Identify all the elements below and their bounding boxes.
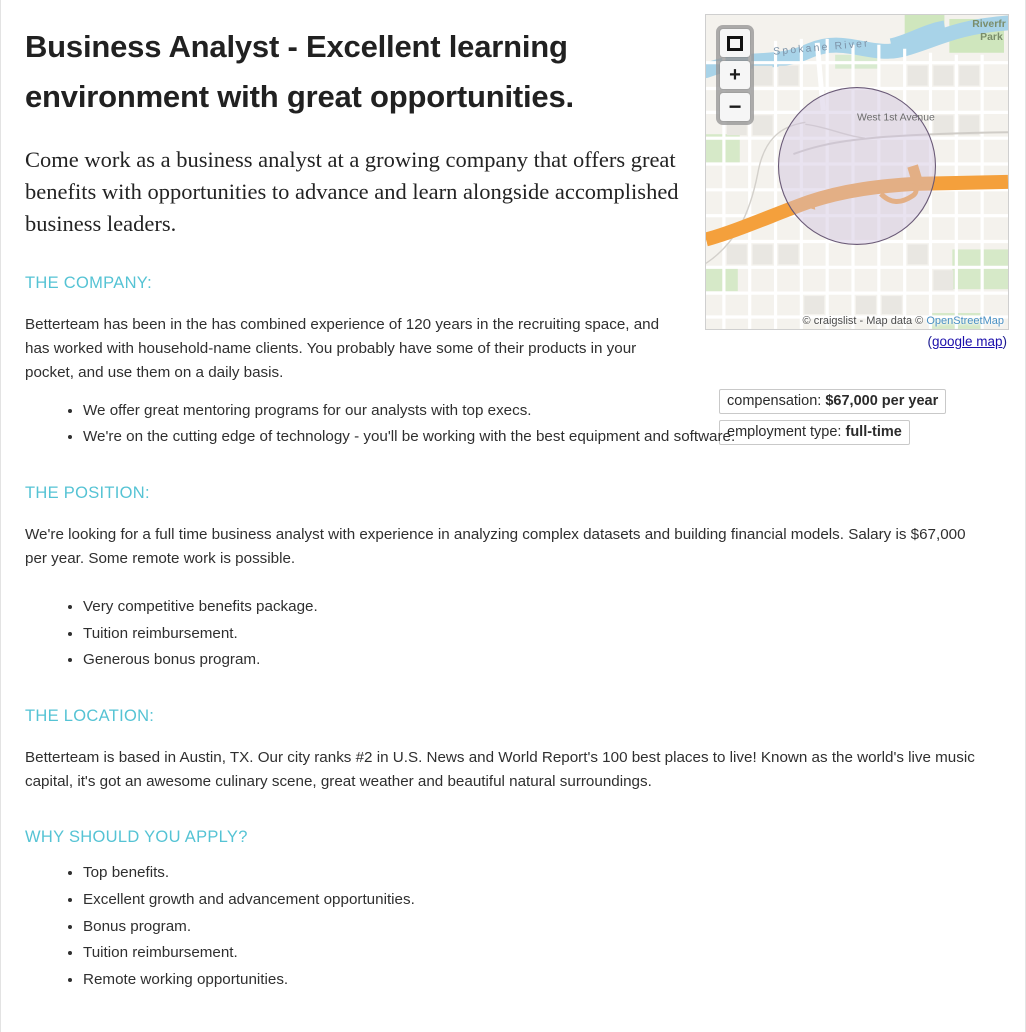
posting-lede: Come work as a business analyst at a gro… (25, 147, 679, 237)
google-map-paren-close: ) (1002, 334, 1008, 349)
section-paragraph-the-company: Betterteam has been in the has combined … (25, 316, 660, 382)
section-bullets-the-company: We offer great mentoring programs for ou… (25, 399, 987, 450)
section-heading-why-apply: WHY SHOULD YOU APPLY? (25, 828, 248, 847)
section-bullets-why-apply: Top benefits. Excellent growth and advan… (25, 861, 987, 993)
posting-page: Spokane River West 1st Avenue Riverfr Pa… (0, 0, 1026, 1032)
section-heading-the-company: THE COMPANY: (25, 274, 153, 293)
section-heading-the-location: THE LOCATION: (25, 707, 155, 726)
list-item: Very competitive benefits package. (83, 595, 723, 620)
page-title: Business Analyst - Excellent learning en… (25, 29, 574, 115)
list-item: Top benefits. (83, 861, 723, 886)
list-item: We're on the cutting edge of technology … (83, 425, 743, 450)
posting-body: Business Analyst - Excellent learning en… (25, 22, 987, 995)
section-heading-the-position: THE POSITION: (25, 483, 150, 502)
list-item: Remote working opportunities. (83, 968, 723, 993)
list-item: Excellent growth and advancement opportu… (83, 888, 723, 913)
section-bullets-the-position: Very competitive benefits package. Tuiti… (25, 595, 987, 673)
list-item: Tuition reimbursement. (83, 622, 723, 647)
section-paragraph-the-location: Betterteam is based in Austin, TX. Our c… (25, 749, 975, 791)
section-paragraph-the-position: We're looking for a full time business a… (25, 525, 966, 567)
list-item: Bonus program. (83, 915, 723, 940)
list-item: Tuition reimbursement. (83, 941, 723, 966)
list-item: We offer great mentoring programs for ou… (83, 399, 743, 424)
list-item: Generous bonus program. (83, 648, 723, 673)
